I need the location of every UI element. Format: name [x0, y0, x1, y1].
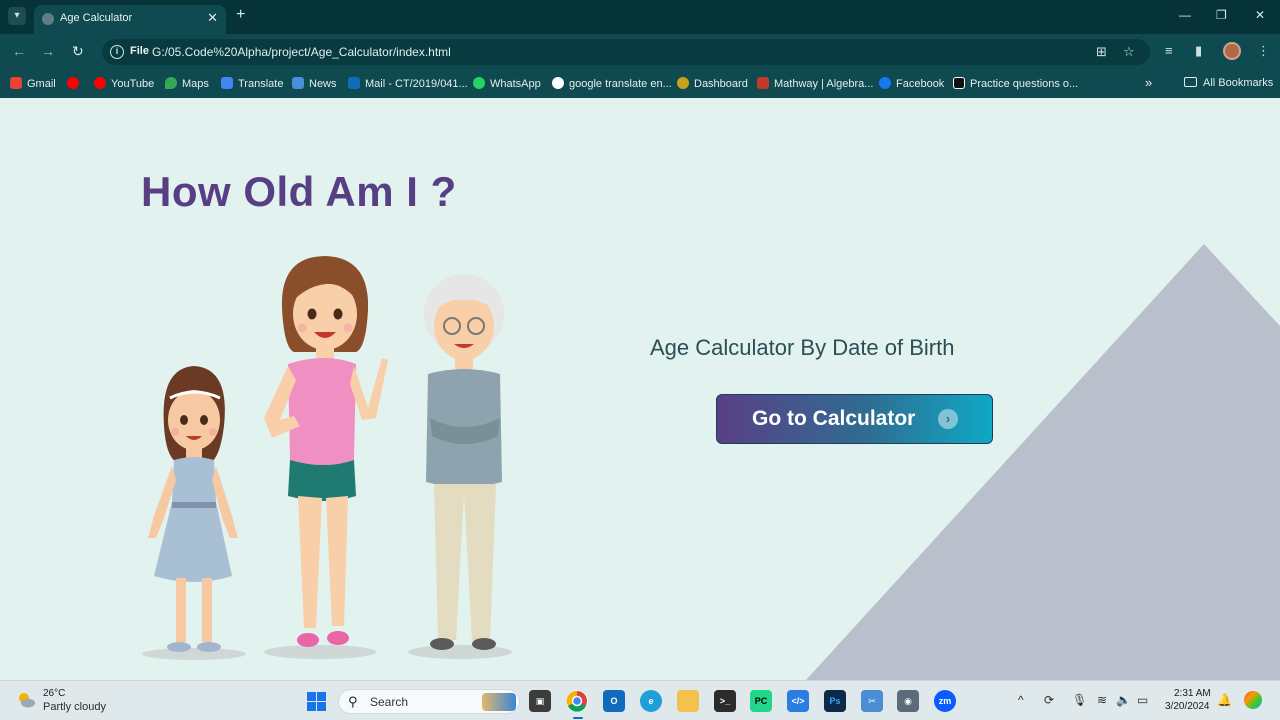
bookmark-maps[interactable]: Maps	[165, 77, 209, 90]
more-bookmarks-chevron-icon[interactable]: »	[1145, 75, 1152, 90]
windows-start-icon[interactable]	[307, 692, 326, 711]
url-text[interactable]: G:/05.Code%20Alpha/project/Age_Calculato…	[152, 45, 451, 59]
show-hidden-icons-chevron-icon[interactable]: ^	[1018, 693, 1024, 707]
file-explorer-icon[interactable]	[677, 690, 699, 712]
family-illustration	[142, 256, 512, 660]
bookmark-star-icon[interactable]: ☆	[1123, 44, 1135, 60]
bookmark-gmail[interactable]: Gmail	[10, 77, 56, 90]
window-close-icon[interactable]: ✕	[1255, 8, 1265, 22]
girl-figure	[148, 366, 238, 652]
page-favicon-icon	[42, 13, 54, 25]
bookmark-news[interactable]: News	[292, 77, 337, 90]
grandmother-figure	[424, 274, 504, 650]
copilot-icon[interactable]	[1244, 691, 1262, 709]
edge-icon[interactable]: e	[640, 690, 662, 712]
reading-list-icon[interactable]: ≡	[1165, 43, 1173, 58]
translate-icon	[221, 77, 233, 89]
search-highlight-icon	[482, 693, 516, 711]
bookmarks-bar: Gmail YouTube Maps Translate News Mail -…	[0, 70, 1280, 98]
snipping-tool-icon[interactable]: ✂	[861, 690, 883, 712]
sync-icon[interactable]: ⟳	[1044, 693, 1054, 707]
address-bar[interactable]: i File G:/05.Code%20Alpha/project/Age_Ca…	[102, 39, 1150, 65]
page-subtitle: Age Calculator By Date of Birth	[650, 335, 955, 360]
google-icon	[552, 77, 564, 89]
folder-icon	[1184, 77, 1197, 87]
bookmark-practice-questions[interactable]: Practice questions o...	[953, 77, 1078, 90]
bookmark-youtube[interactable]: YouTube	[94, 77, 154, 90]
pycharm-icon[interactable]: PC	[750, 690, 772, 712]
notification-bell-icon[interactable]: 🔔	[1217, 693, 1232, 707]
outlook-icon	[348, 77, 360, 89]
news-icon	[292, 77, 304, 89]
bookmark-mathway[interactable]: Mathway | Algebra...	[757, 77, 873, 90]
url-scheme-label: File	[130, 45, 149, 57]
bookmark-youtube-icon-only[interactable]	[67, 77, 84, 90]
search-label: Search	[370, 695, 409, 709]
tab-close-icon[interactable]: ✕	[207, 10, 218, 26]
facebook-icon	[879, 77, 891, 89]
search-icon: ⚲	[348, 694, 358, 709]
dashboard-icon	[677, 77, 689, 89]
forward-arrow-icon[interactable]: →	[41, 43, 55, 59]
outlook-icon[interactable]: O	[603, 690, 625, 712]
task-view-icon[interactable]: ▣	[529, 690, 551, 712]
whatsapp-icon	[473, 77, 485, 89]
site-info-icon[interactable]: i	[110, 45, 124, 59]
restore-icon[interactable]: ❐	[1216, 8, 1227, 22]
taskbar: 26°C Partly cloudy ⚲ Search ▣ O e >_ PC …	[0, 680, 1280, 720]
side-panel-icon[interactable]: ▮	[1195, 43, 1202, 59]
reload-icon[interactable]: ↻	[72, 43, 84, 60]
bookmark-dashboard[interactable]: Dashboard	[677, 77, 748, 90]
vscode-icon[interactable]: </>	[787, 690, 809, 712]
kebab-menu-icon[interactable]: ⋮	[1257, 43, 1270, 59]
browser-toolbar: ← → ↻ i File G:/05.Code%20Alpha/project/…	[0, 34, 1280, 70]
translate-page-icon[interactable]: ⊞	[1096, 44, 1107, 60]
partly-cloudy-icon	[19, 693, 35, 708]
woman-figure	[264, 256, 388, 647]
bookmark-whatsapp[interactable]: WhatsApp	[473, 77, 541, 90]
taskbar-search-box[interactable]: ⚲ Search	[338, 689, 520, 714]
photoshop-icon[interactable]: Ps	[824, 690, 846, 712]
page-content: How Old Am I ? Age Calculator By Date of…	[0, 98, 1280, 680]
camera-app-icon[interactable]: ◉	[897, 690, 919, 712]
maps-pin-icon	[165, 77, 177, 89]
practice-icon	[953, 77, 965, 89]
terminal-icon[interactable]: >_	[714, 690, 736, 712]
mathway-icon	[757, 77, 769, 89]
battery-icon[interactable]: ▭	[1137, 693, 1148, 707]
go-to-calculator-button[interactable]: Go to Calculator ›	[716, 394, 993, 444]
volume-icon[interactable]: 🔈	[1116, 693, 1131, 707]
new-tab-plus-icon[interactable]: +	[236, 6, 245, 24]
youtube-icon	[67, 77, 79, 89]
profile-avatar[interactable]	[1223, 42, 1241, 60]
tab-title: Age Calculator	[60, 12, 133, 24]
tab-strip: ▾ Age Calculator ✕ + — ❐ ✕	[0, 0, 1280, 34]
tab-search-chevron-icon[interactable]: ▾	[8, 7, 26, 25]
back-arrow-icon[interactable]: ←	[12, 43, 26, 59]
chevron-right-icon: ›	[938, 409, 958, 429]
clock-time[interactable]: 2:31 AM	[1174, 688, 1211, 699]
weather-condition[interactable]: Partly cloudy	[43, 701, 106, 713]
minimize-icon[interactable]: —	[1179, 8, 1191, 22]
chrome-icon[interactable]	[566, 690, 588, 712]
page-heading: How Old Am I ?	[141, 168, 457, 215]
clock-date[interactable]: 3/20/2024	[1165, 701, 1210, 712]
youtube-icon	[94, 77, 106, 89]
wifi-icon[interactable]: ≋	[1097, 693, 1107, 707]
microphone-icon[interactable]: 🎙	[1072, 693, 1087, 707]
weather-temperature[interactable]: 26°C	[43, 688, 65, 699]
active-app-indicator	[573, 717, 583, 719]
cta-label: Go to Calculator	[752, 407, 916, 430]
bookmark-facebook[interactable]: Facebook	[879, 77, 944, 90]
all-bookmarks-button[interactable]: All Bookmarks	[1184, 77, 1273, 89]
bookmark-google-translate[interactable]: google translate en...	[552, 77, 672, 90]
bookmark-translate[interactable]: Translate	[221, 77, 283, 90]
gmail-icon	[10, 77, 22, 89]
bookmark-mail[interactable]: Mail - CT/2019/041...	[348, 77, 468, 90]
tab-age-calculator[interactable]: Age Calculator ✕	[34, 5, 226, 34]
zoom-icon[interactable]: zm	[934, 690, 956, 712]
